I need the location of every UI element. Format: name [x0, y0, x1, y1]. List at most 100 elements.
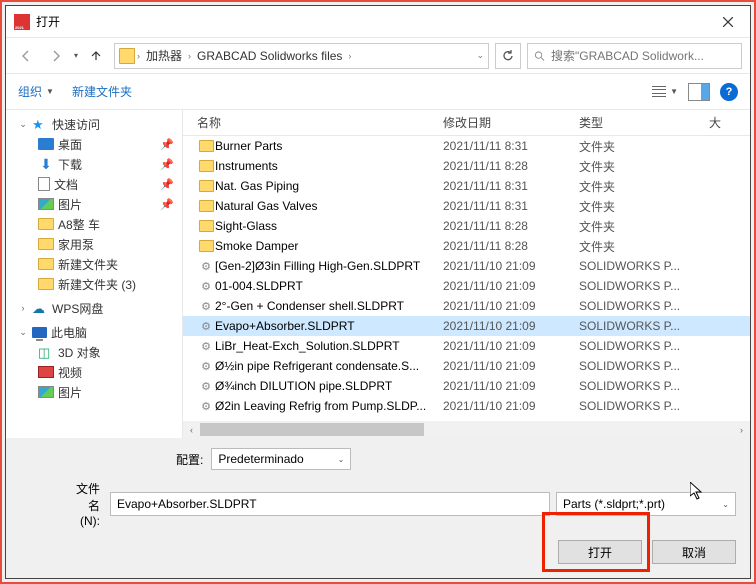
file-date: 2021/11/11 8:28: [443, 239, 579, 253]
file-date: 2021/11/10 21:09: [443, 339, 579, 353]
refresh-button[interactable]: [495, 43, 521, 69]
file-date: 2021/11/10 21:09: [443, 259, 579, 273]
sidebar-documents[interactable]: 文档📌: [12, 174, 182, 194]
sidebar-pictures-2[interactable]: 图片: [12, 382, 182, 402]
preview-pane-button[interactable]: [688, 83, 710, 101]
chevron-down-icon[interactable]: ⌄: [476, 50, 484, 61]
part-icon: ⚙: [197, 338, 215, 354]
sidebar-wps[interactable]: ›☁WPS网盘: [12, 298, 182, 318]
folder-icon: [38, 258, 54, 270]
file-row[interactable]: ⚙2°-Gen + Condenser shell.SLDPRT2021/11/…: [183, 296, 750, 316]
col-header-size[interactable]: 大: [709, 114, 747, 131]
filename-input[interactable]: [110, 492, 550, 516]
folder-icon: [197, 138, 215, 154]
chevron-right-icon[interactable]: ›: [188, 51, 191, 61]
col-header-date[interactable]: 修改日期: [443, 114, 579, 131]
file-date: 2021/11/10 21:09: [443, 379, 579, 393]
file-name: Natural Gas Valves: [215, 199, 443, 213]
folder-icon: [197, 158, 215, 174]
chevron-right-icon[interactable]: ›: [348, 51, 351, 61]
scroll-thumb[interactable]: [200, 423, 424, 436]
file-row[interactable]: ⚙Ø½in pipe Refrigerant condensate.S...20…: [183, 356, 750, 376]
part-icon: ⚙: [197, 358, 215, 374]
app-icon: [14, 14, 30, 30]
filename-label: 文件名(N):: [20, 480, 100, 528]
nav-back[interactable]: [14, 44, 38, 68]
sidebar-quick-access[interactable]: ⌄★快速访问: [12, 114, 182, 134]
sidebar-a8[interactable]: A8整 车: [12, 214, 182, 234]
close-icon: [723, 17, 733, 27]
file-type: SOLIDWORKS P...: [579, 399, 709, 413]
sidebar-downloads[interactable]: ⬇下载📌: [12, 154, 182, 174]
config-combo[interactable]: Predeterminado⌄: [211, 448, 351, 470]
cloud-icon: ☁: [32, 301, 48, 315]
file-row[interactable]: ⚙Ø¾inch DILUTION pipe.SLDPRT2021/11/10 2…: [183, 376, 750, 396]
breadcrumb-seg-1[interactable]: GRABCAD Solidworks files: [193, 49, 346, 63]
chevron-right-icon[interactable]: ›: [137, 51, 140, 61]
col-header-type[interactable]: 类型: [579, 114, 709, 131]
horizontal-scrollbar[interactable]: ‹ ›: [183, 421, 750, 438]
nav-forward[interactable]: [44, 44, 68, 68]
file-date: 2021/11/10 21:09: [443, 319, 579, 333]
file-date: 2021/11/10 21:09: [443, 299, 579, 313]
file-name: Nat. Gas Piping: [215, 179, 443, 193]
file-row[interactable]: Natural Gas Valves2021/11/11 8:31文件夹: [183, 196, 750, 216]
file-row[interactable]: ⚙LiBr_Heat-Exch_Solution.SLDPRT2021/11/1…: [183, 336, 750, 356]
help-button[interactable]: ?: [720, 83, 738, 101]
nav-up[interactable]: [84, 44, 108, 68]
breadcrumb[interactable]: › 加热器 › GRABCAD Solidworks files › ⌄: [114, 43, 489, 69]
folder-icon: [38, 278, 54, 290]
file-date: 2021/11/10 21:09: [443, 399, 579, 413]
file-row[interactable]: Smoke Damper2021/11/11 8:28文件夹: [183, 236, 750, 256]
part-icon: ⚙: [197, 278, 215, 294]
content-area: ⌄★快速访问 桌面📌 ⬇下载📌 文档📌 图片📌 A8整 车 家用泵 新建文件夹 …: [6, 110, 750, 438]
breadcrumb-seg-0[interactable]: 加热器: [142, 47, 186, 64]
pin-icon: 📌: [160, 198, 174, 211]
part-icon: ⚙: [197, 298, 215, 314]
sidebar[interactable]: ⌄★快速访问 桌面📌 ⬇下载📌 文档📌 图片📌 A8整 车 家用泵 新建文件夹 …: [6, 110, 182, 438]
file-row[interactable]: ⚙01-004.SLDPRT2021/11/10 21:09SOLIDWORKS…: [183, 276, 750, 296]
sidebar-pictures[interactable]: 图片📌: [12, 194, 182, 214]
sidebar-3d-objects[interactable]: ◫3D 对象: [12, 342, 182, 362]
sidebar-desktop[interactable]: 桌面📌: [12, 134, 182, 154]
part-icon: ⚙: [197, 318, 215, 334]
file-row[interactable]: ⚙Ø2in Leaving Refrig from Pump.SLDP...20…: [183, 396, 750, 416]
sidebar-videos[interactable]: 视频: [12, 362, 182, 382]
search-box[interactable]: [527, 43, 742, 69]
file-row[interactable]: Burner Parts2021/11/11 8:31文件夹: [183, 136, 750, 156]
nav-history-dropdown[interactable]: ▾: [74, 51, 78, 60]
file-type: SOLIDWORKS P...: [579, 259, 709, 273]
cancel-button[interactable]: 取消: [652, 540, 736, 564]
file-type: SOLIDWORKS P...: [579, 359, 709, 373]
file-name: Smoke Damper: [215, 239, 443, 253]
titlebar: 打开: [6, 6, 750, 38]
sidebar-this-pc[interactable]: ⌄此电脑: [12, 322, 182, 342]
pictures-icon: [38, 198, 54, 210]
file-type: 文件夹: [579, 178, 709, 195]
scroll-left-button[interactable]: ‹: [183, 421, 200, 438]
organize-menu[interactable]: 组织▼: [18, 83, 54, 100]
file-row[interactable]: ⚙Evapo+Absorber.SLDPRT2021/11/10 21:09SO…: [183, 316, 750, 336]
search-input[interactable]: [551, 49, 735, 63]
open-button[interactable]: 打开: [558, 540, 642, 564]
view-mode-dropdown[interactable]: ▼: [652, 86, 678, 98]
filetype-combo[interactable]: Parts (*.sldprt;*.prt)⌄: [556, 492, 736, 516]
file-list[interactable]: Burner Parts2021/11/11 8:31文件夹Instrument…: [183, 136, 750, 421]
file-row[interactable]: Sight-Glass2021/11/11 8:28文件夹: [183, 216, 750, 236]
chevron-down-icon: ⌄: [338, 455, 345, 464]
close-button[interactable]: [706, 6, 750, 38]
sidebar-new-folder[interactable]: 新建文件夹: [12, 254, 182, 274]
new-folder-button[interactable]: 新建文件夹: [72, 83, 132, 100]
file-row[interactable]: Nat. Gas Piping2021/11/11 8:31文件夹: [183, 176, 750, 196]
desktop-icon: [38, 138, 54, 150]
file-name: Ø2in Leaving Refrig from Pump.SLDP...: [215, 399, 443, 413]
col-header-name[interactable]: 名称: [197, 114, 443, 131]
file-row[interactable]: ⚙[Gen-2]Ø3in Filling High-Gen.SLDPRT2021…: [183, 256, 750, 276]
refresh-icon: [501, 49, 515, 63]
sidebar-new-folder-3[interactable]: 新建文件夹 (3): [12, 274, 182, 294]
bottom-panel: 配置: Predeterminado⌄ 文件名(N): Parts (*.sld…: [6, 438, 750, 578]
column-headers[interactable]: 名称 修改日期 类型 大: [183, 110, 750, 136]
file-row[interactable]: Instruments2021/11/11 8:28文件夹: [183, 156, 750, 176]
scroll-right-button[interactable]: ›: [733, 421, 750, 438]
sidebar-household-pump[interactable]: 家用泵: [12, 234, 182, 254]
